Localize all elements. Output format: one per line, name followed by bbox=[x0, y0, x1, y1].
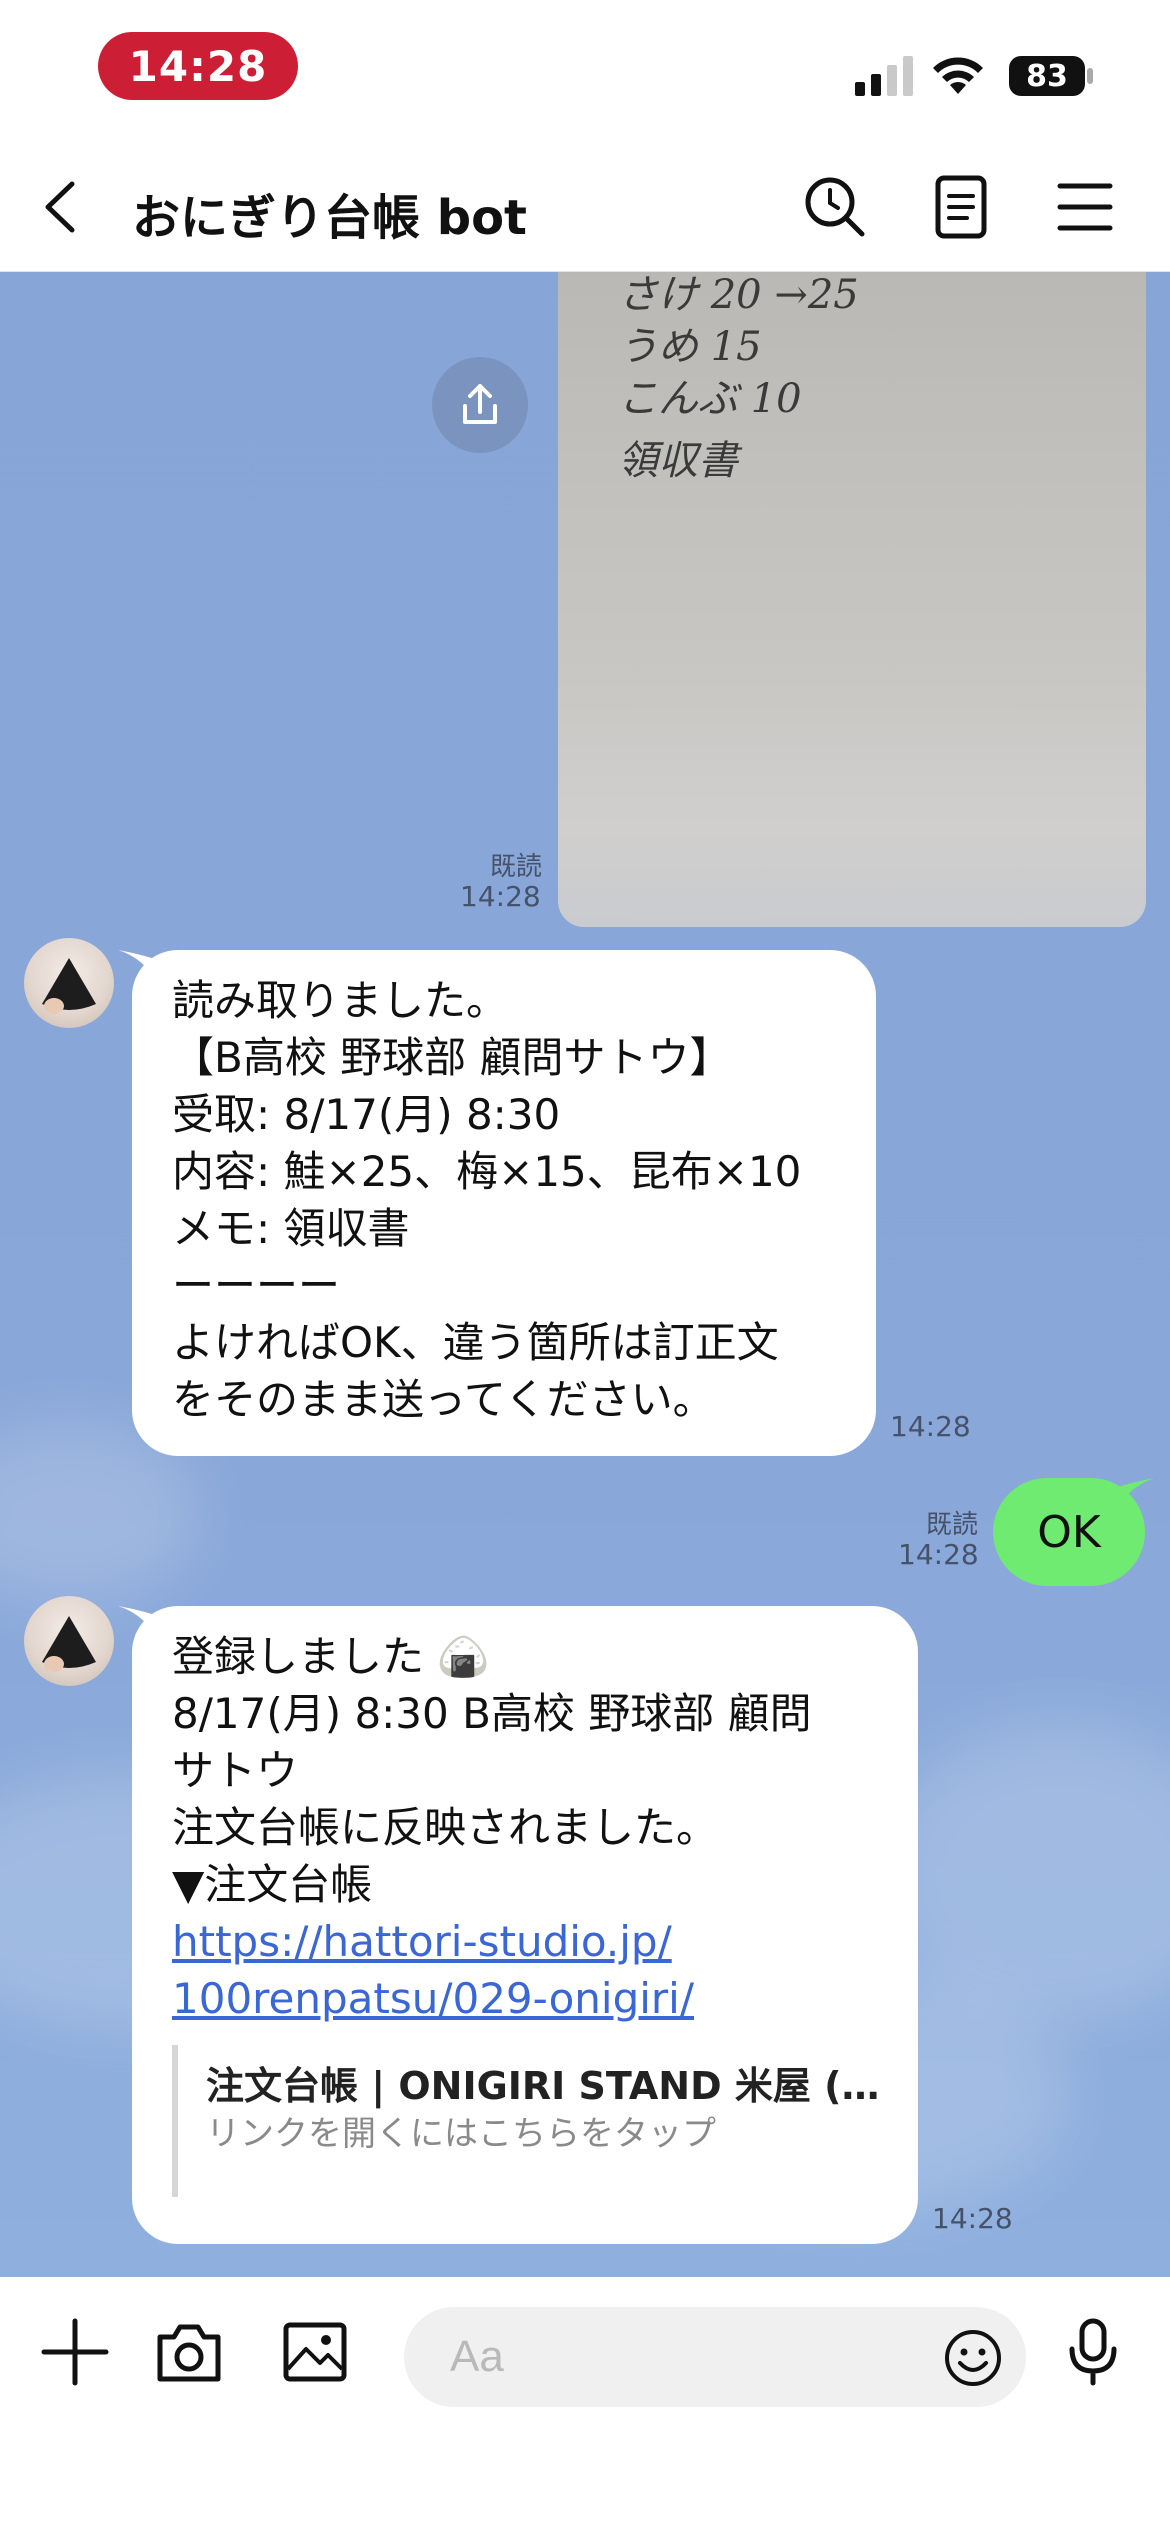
link-preview[interactable]: 注文台帳 | ONIGIRI STAND 米屋 (… リンクを開くにはこちらをタ… bbox=[172, 2045, 880, 2197]
message-line: 登録しました 🍙 bbox=[172, 1632, 490, 1681]
read-receipt: 既読 bbox=[489, 852, 542, 882]
message-time: 14:28 bbox=[460, 880, 541, 913]
search-icon[interactable] bbox=[798, 170, 872, 244]
photo-handwriting-line: さけ 20 →25 bbox=[618, 272, 859, 318]
plus-icon[interactable] bbox=[38, 2315, 112, 2389]
message-line: 読み取りました。 bbox=[172, 976, 509, 1025]
camera-icon[interactable] bbox=[152, 2315, 226, 2389]
message-time: 14:28 bbox=[898, 1538, 979, 1571]
message-line: サトウ bbox=[172, 1746, 299, 1795]
order-ledger-link[interactable]: https://hattori-studio.jp/ bbox=[172, 1913, 878, 1970]
message-line: 内容: 鮭×25、梅×15、昆布×10 bbox=[172, 1147, 802, 1196]
message-line: 注文台帳に反映されました。 bbox=[172, 1803, 719, 1852]
message-line: よければOK、違う箇所は訂正文 bbox=[172, 1318, 779, 1367]
bot-avatar[interactable] bbox=[24, 1596, 114, 1686]
back-chevron-icon[interactable] bbox=[28, 172, 98, 242]
user-message-bubble[interactable]: OK bbox=[993, 1478, 1155, 1586]
message-line: 受取: 8/17(月) 8:30 bbox=[172, 1090, 561, 1139]
link-preview-subtitle: リンクを開くにはこちらをタップ bbox=[206, 2114, 716, 2154]
bot-avatar[interactable] bbox=[24, 938, 114, 1028]
message-line: 8/17(月) 8:30 B高校 野球部 顧問 bbox=[172, 1689, 812, 1738]
message-line: をそのまま送ってください。 bbox=[172, 1375, 715, 1424]
battery-icon: 83 bbox=[1008, 54, 1094, 98]
share-icon bbox=[463, 384, 497, 424]
message-time: 14:28 bbox=[932, 2202, 1013, 2235]
order-ledger-link[interactable]: 100renpatsu/029-onigiri/ bbox=[172, 1970, 878, 2027]
image-icon[interactable] bbox=[278, 2315, 352, 2389]
message-line: 【B高校 野球部 顧問サトウ】 bbox=[172, 1033, 732, 1082]
message-input-bar bbox=[0, 2277, 1170, 2532]
message-input[interactable] bbox=[450, 2307, 910, 2407]
message-input-container bbox=[404, 2307, 1026, 2407]
menu-icon[interactable] bbox=[1048, 170, 1122, 244]
user-message-text: OK bbox=[1037, 1506, 1101, 1558]
message-time: 14:28 bbox=[890, 1410, 971, 1443]
photo-handwriting-line: うめ 15 bbox=[618, 324, 762, 370]
emoji-icon[interactable] bbox=[942, 2327, 1004, 2389]
bot-message-bubble[interactable]: 読み取りました。 【B高校 野球部 顧問サトウ】 受取: 8/17(月) 8:3… bbox=[118, 950, 876, 1456]
share-button[interactable] bbox=[432, 357, 528, 453]
status-time: 14:28 bbox=[98, 32, 298, 100]
message-line: ーーーー bbox=[172, 1261, 341, 1310]
message-line: ▼注文台帳 bbox=[172, 1860, 373, 1909]
link-preview-title: 注文台帳 | ONIGIRI STAND 米屋 (… bbox=[206, 2064, 880, 2108]
chat-header: おにぎり台帳 bot bbox=[0, 140, 1170, 272]
microphone-icon[interactable] bbox=[1056, 2315, 1130, 2389]
photo-handwriting-line: こんぶ 10 bbox=[618, 376, 802, 422]
bot-message-bubble[interactable]: 登録しました 🍙 8/17(月) 8:30 B高校 野球部 顧問 サトウ 注文台… bbox=[118, 1606, 918, 2244]
read-receipt: 既読 bbox=[925, 1510, 978, 1540]
sent-photo[interactable]: さけ 20 →25 うめ 15 こんぶ 10 領収書 bbox=[558, 272, 1146, 927]
chat-area[interactable]: さけ 20 →25 うめ 15 こんぶ 10 領収書 既読 14:28 読み取り… bbox=[0, 272, 1170, 2277]
wifi-icon bbox=[933, 57, 983, 94]
photo-handwriting-line: 領収書 bbox=[618, 438, 738, 484]
cellular-signal-icon bbox=[855, 56, 913, 96]
status-bar: 14:28 83 bbox=[0, 0, 1170, 140]
chat-title: おにぎり台帳 bot bbox=[132, 190, 527, 246]
message-line: メモ: 領収書 bbox=[172, 1204, 410, 1253]
battery-level: 83 bbox=[1026, 58, 1068, 94]
notes-icon[interactable] bbox=[924, 170, 998, 244]
